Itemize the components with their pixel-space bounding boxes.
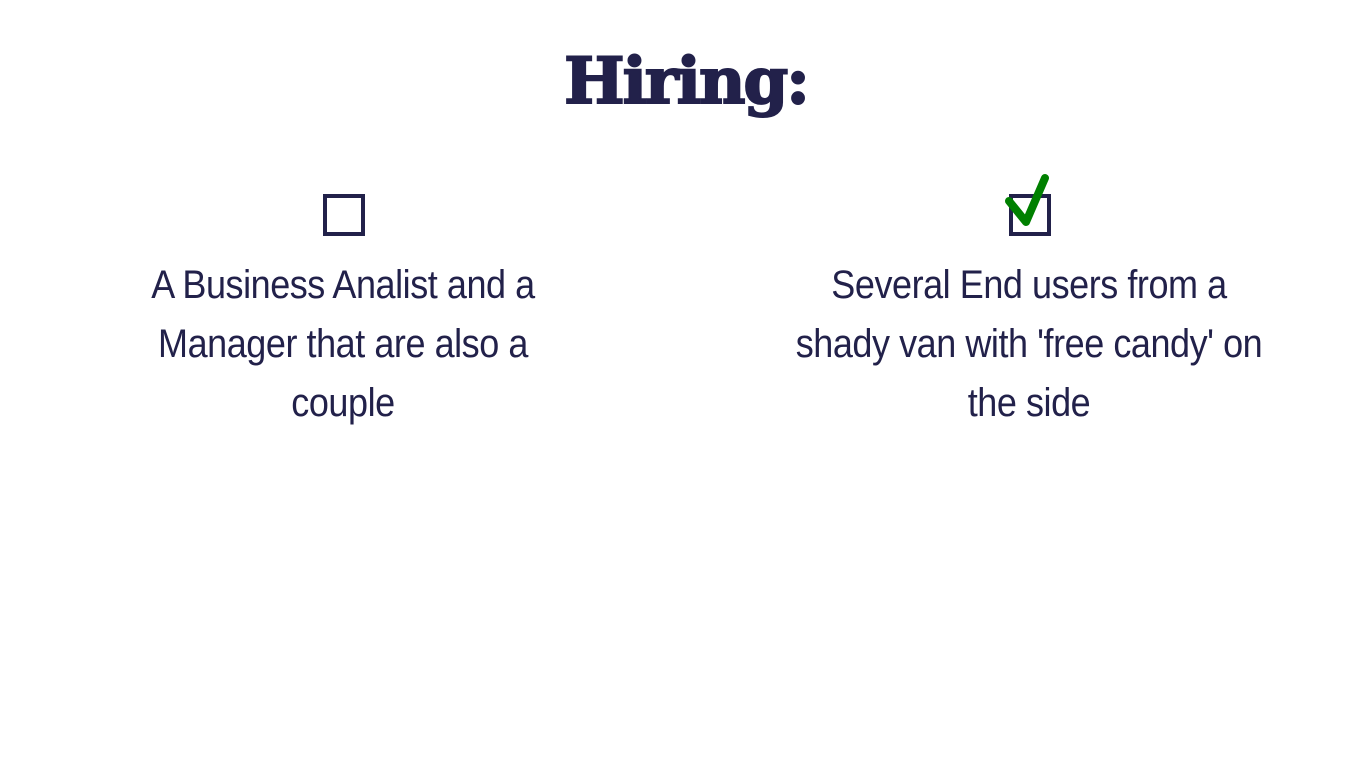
option-right: Several End users from a shady van with … [769, 174, 1289, 433]
option-label: A Business Analist and a Manager that ar… [151, 263, 535, 425]
checkbox-unchecked[interactable] [321, 190, 365, 236]
option-label: Several End users from a shady van with … [795, 263, 1263, 425]
slide-title: Hiring: [563, 43, 811, 120]
checkmark-icon [1005, 174, 1049, 226]
checkbox-box [323, 194, 365, 236]
option-left: A Business Analist and a Manager that ar… [83, 190, 603, 433]
checkbox-checked[interactable] [1005, 174, 1051, 236]
